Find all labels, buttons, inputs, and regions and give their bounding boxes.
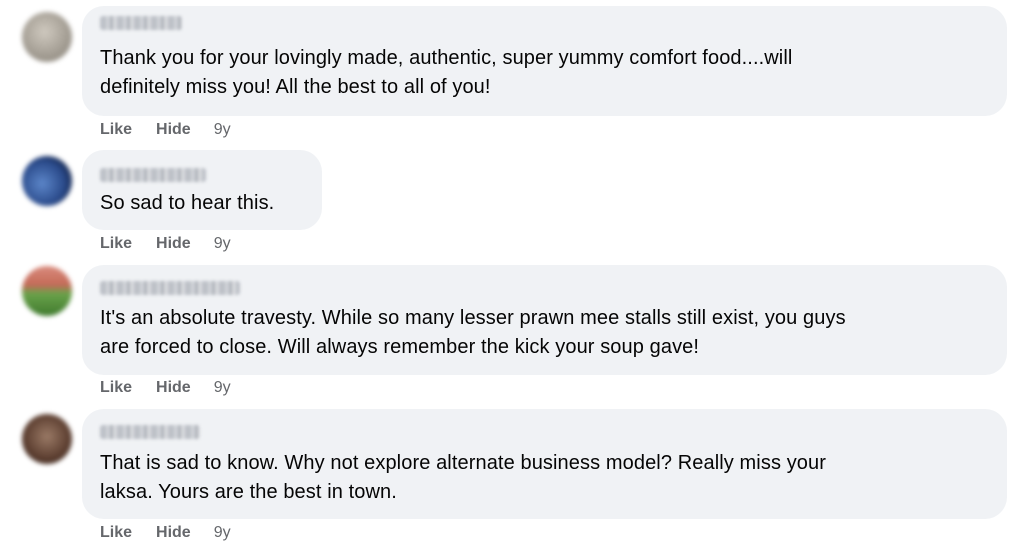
like-button[interactable]: Like (100, 379, 132, 397)
comment-timestamp[interactable]: 9y (214, 379, 231, 397)
comment-actions: Like Hide 9y (100, 524, 231, 542)
comment-actions: Like Hide 9y (100, 121, 231, 139)
hide-button[interactable]: Hide (156, 379, 191, 397)
hide-button[interactable]: Hide (156, 121, 191, 139)
comment-bubble: So sad to hear this. (82, 150, 322, 230)
commenter-name-blurred[interactable] (100, 16, 182, 30)
comment-text: It's an absolute travesty. While so many… (100, 307, 846, 358)
hide-button[interactable]: Hide (156, 524, 191, 542)
comment-text: Thank you for your lovingly made, authen… (100, 47, 793, 98)
comment-timestamp[interactable]: 9y (214, 235, 231, 253)
comment-actions: Like Hide 9y (100, 379, 231, 397)
comment-actions: Like Hide 9y (100, 235, 231, 253)
like-button[interactable]: Like (100, 524, 132, 542)
commenter-name-blurred[interactable] (100, 281, 240, 295)
comment-timestamp[interactable]: 9y (214, 121, 231, 139)
comment-bubble: It's an absolute travesty. While so many… (82, 265, 1007, 375)
hide-button[interactable]: Hide (156, 235, 191, 253)
like-button[interactable]: Like (100, 235, 132, 253)
comment-text: So sad to hear this. (100, 192, 275, 214)
comment-bubble: Thank you for your lovingly made, authen… (82, 6, 1007, 116)
commenter-name-blurred[interactable] (100, 425, 200, 439)
comment-text: That is sad to know. Why not explore alt… (100, 452, 827, 503)
avatar[interactable] (22, 156, 72, 206)
avatar[interactable] (22, 12, 72, 62)
avatar[interactable] (22, 266, 72, 316)
comment-bubble: That is sad to know. Why not explore alt… (82, 409, 1007, 519)
comment-timestamp[interactable]: 9y (214, 524, 231, 542)
commenter-name-blurred[interactable] (100, 168, 206, 182)
avatar[interactable] (22, 414, 72, 464)
like-button[interactable]: Like (100, 121, 132, 139)
